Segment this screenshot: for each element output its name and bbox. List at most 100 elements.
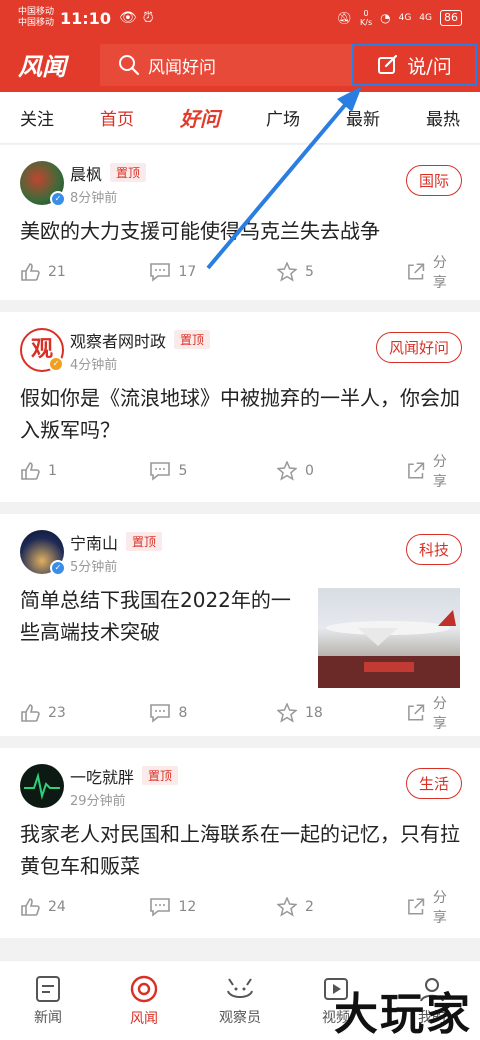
nav-observer[interactable]: 观察员: [200, 975, 280, 1027]
tab-hottest[interactable]: 最热: [426, 105, 460, 130]
share-button[interactable]: 分享: [406, 451, 461, 491]
watermark: 大玩家: [334, 989, 472, 1040]
action-bar: 24 12 2 分享: [20, 882, 460, 932]
verified-icon: ✓: [50, 191, 66, 207]
observer-icon: [227, 977, 253, 998]
favorite-button[interactable]: 5: [277, 262, 406, 282]
star-icon: [277, 897, 297, 917]
post-button[interactable]: 说/问: [352, 44, 477, 86]
share-button[interactable]: 分享: [406, 252, 461, 292]
like-count: 23: [48, 705, 66, 721]
avatar[interactable]: 观 ✓: [20, 328, 64, 372]
nav-fengwen-label: 风闻: [130, 1010, 158, 1027]
post-label: 说/问: [407, 55, 452, 78]
comment-count: 8: [178, 705, 188, 721]
comment-button[interactable]: 5: [149, 461, 278, 481]
favorite-count: 0: [305, 463, 314, 479]
post-title[interactable]: 简单总结下我国在2022年的一些高端技术突破: [20, 584, 310, 688]
comment-icon: [149, 898, 170, 917]
post-time: 4分钟前: [70, 357, 118, 373]
feed-card[interactable]: 观 ✓ 观察者网时政 置顶 4分钟前 风闻好问 假如你是《流浪地球》中被抛弃的一…: [0, 312, 480, 502]
feed-card[interactable]: ✓ 晨枫 置顶 8分钟前 国际 美欧的大力支援可能使得乌克兰失去战争 21 17…: [0, 145, 480, 300]
category-tag[interactable]: 国际: [405, 165, 462, 196]
comment-count: 17: [178, 264, 197, 280]
avatar[interactable]: ✓: [20, 530, 66, 576]
like-button[interactable]: 1: [20, 461, 149, 481]
share-button[interactable]: 分享: [406, 887, 461, 927]
app-header: 风闻 风闻好问 说/问: [0, 36, 480, 92]
feed-card[interactable]: 一吃就胖 置顶 29分钟前 生活 我家老人对民国和上海联系在一起的记忆，只有拉黄…: [0, 748, 480, 938]
share-icon: [407, 898, 424, 915]
post-title[interactable]: 假如你是《流浪地球》中被抛弃的一半人，你会加入叛军吗？: [20, 382, 460, 446]
post-time: 5分钟前: [70, 559, 118, 575]
thumbs-up-icon: [21, 704, 40, 722]
share-label: 分享: [432, 454, 447, 490]
nav-fengwen[interactable]: 风闻: [104, 974, 184, 1028]
feed-card[interactable]: ✓ 宁南山 置顶 5分钟前 科技 简单总结下我国在2022年的一些高端技术突破: [0, 514, 480, 736]
tab-follow[interactable]: 关注: [20, 105, 54, 130]
category-tag[interactable]: 科技: [405, 534, 462, 565]
comment-icon: [149, 263, 170, 282]
net-speed: 0 K/s: [360, 9, 373, 27]
author-name[interactable]: 宁南山: [70, 530, 118, 554]
like-button[interactable]: 24: [20, 897, 149, 917]
alarm-icon: ⏰︎: [142, 10, 154, 26]
avatar[interactable]: ✓: [20, 161, 66, 207]
mute-icon: 🔕︎: [336, 11, 352, 25]
avatar[interactable]: [20, 764, 64, 808]
search-icon: [119, 55, 140, 76]
action-bar: 23 8 18 分享: [20, 688, 460, 738]
app-screen: 中国移动 中国移动 11:10 👁︎ ⏰︎ 🔕︎ 0 K/s ◔ 4G 4G 8…: [0, 0, 480, 1040]
comment-icon: [149, 704, 170, 723]
comment-count: 12: [178, 899, 197, 915]
comment-button[interactable]: 8: [149, 703, 278, 723]
verified-icon: ✓: [50, 560, 66, 576]
category-tag[interactable]: 风闻好问: [375, 332, 462, 363]
post-time: 29分钟前: [70, 793, 126, 809]
nav-news[interactable]: 新闻: [8, 975, 88, 1027]
carrier-info: 中国移动 中国移动: [18, 7, 54, 29]
favorite-button[interactable]: 0: [277, 461, 406, 481]
tab-good-questions[interactable]: 好问: [180, 103, 220, 132]
thumbs-up-icon: [21, 898, 40, 916]
share-label: 分享: [432, 890, 447, 926]
post-title[interactable]: 我家老人对民国和上海联系在一起的记忆，只有拉黄包车和贩菜: [20, 818, 460, 882]
star-icon: [277, 262, 297, 282]
signal-2: 4G: [419, 13, 432, 23]
author-name[interactable]: 一吃就胖: [70, 764, 134, 788]
tab-square[interactable]: 广场: [266, 105, 300, 130]
post-thumbnail[interactable]: [318, 588, 460, 688]
like-count: 21: [48, 264, 66, 280]
like-count: 1: [48, 463, 57, 479]
author-name[interactable]: 观察者网时政: [70, 328, 166, 352]
edit-icon: [378, 54, 398, 74]
post-time: 8分钟前: [70, 190, 118, 206]
status-bar: 中国移动 中国移动 11:10 👁︎ ⏰︎ 🔕︎ 0 K/s ◔ 4G 4G 8…: [0, 0, 480, 36]
search-bar[interactable]: 风闻好问: [100, 44, 352, 86]
action-bar: 21 17 5 分享: [20, 247, 460, 297]
comment-button[interactable]: 12: [149, 897, 278, 917]
favorite-button[interactable]: 18: [277, 703, 406, 723]
post-title[interactable]: 美欧的大力支援可能使得乌克兰失去战争: [20, 215, 460, 247]
share-icon: [407, 263, 424, 280]
pinned-badge: 置顶: [110, 163, 147, 182]
category-tag[interactable]: 生活: [405, 768, 462, 799]
share-label: 分享: [432, 255, 447, 291]
share-button[interactable]: 分享: [406, 693, 461, 733]
like-button[interactable]: 23: [20, 703, 149, 723]
author-name[interactable]: 晨枫: [70, 161, 102, 185]
star-icon: [277, 703, 297, 723]
share-icon: [407, 462, 424, 479]
favorite-count: 18: [305, 705, 323, 721]
favorite-button[interactable]: 2: [277, 897, 406, 917]
comment-icon: [149, 462, 170, 481]
like-button[interactable]: 21: [20, 262, 149, 282]
pinned-badge: 置顶: [142, 766, 179, 785]
tab-latest[interactable]: 最新: [346, 105, 380, 130]
action-bar: 1 5 0 分享: [20, 446, 460, 496]
tab-home[interactable]: 首页: [100, 105, 134, 130]
wifi-icon: ◔: [380, 11, 391, 25]
comment-button[interactable]: 17: [149, 262, 278, 282]
favorite-count: 2: [305, 899, 314, 915]
feed-list: ✓ 晨枫 置顶 8分钟前 国际 美欧的大力支援可能使得乌克兰失去战争 21 17…: [0, 145, 480, 950]
